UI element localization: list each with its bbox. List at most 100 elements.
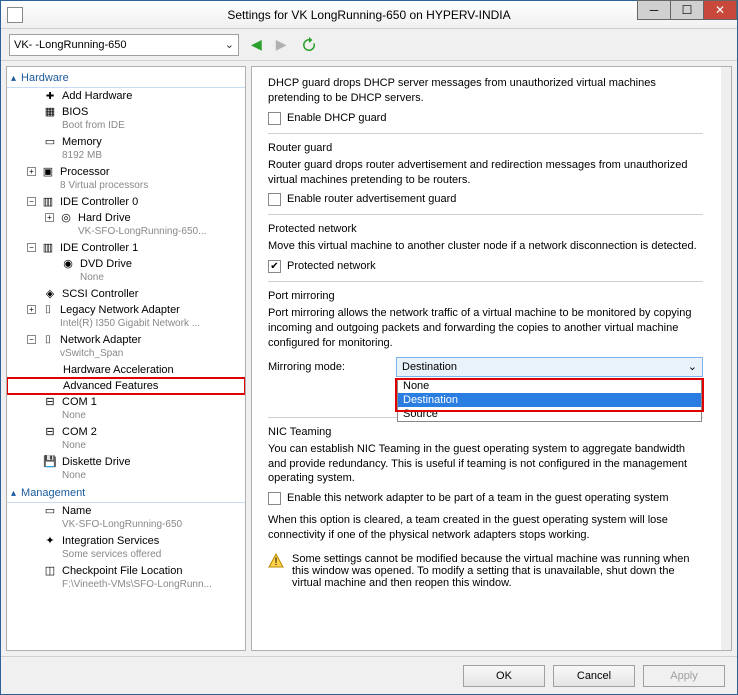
diskette-icon: 💾 <box>43 455 57 469</box>
mirroring-mode-value: Destination <box>402 361 457 373</box>
disk-icon: ◎ <box>59 211 73 225</box>
tree-bios[interactable]: ▦BIOSBoot from IDE <box>7 104 245 134</box>
tree-memory[interactable]: ▭Memory8192 MB <box>7 134 245 164</box>
collapse-icon: ▴ <box>11 73 16 84</box>
tree-ide0[interactable]: −▥IDE Controller 0 <box>7 194 245 210</box>
add-hardware-icon: 🞦 <box>43 89 57 103</box>
collapse-icon[interactable]: − <box>27 243 36 252</box>
collapse-icon[interactable]: − <box>27 335 36 344</box>
checkbox-icon[interactable] <box>268 193 281 206</box>
apply-button: Apply <box>643 665 725 687</box>
divider <box>268 133 703 134</box>
settings-window: Settings for VK LongRunning-650 on HYPER… <box>0 0 738 695</box>
dropdown-option-source[interactable]: Source <box>398 407 701 421</box>
back-button[interactable]: ◀ <box>249 36 264 53</box>
tree-network-adapter[interactable]: −⌷Network AdaptervSwitch_Span <box>7 332 245 362</box>
tree-legacy-network[interactable]: +⌷Legacy Network AdapterIntel(R) I350 Gi… <box>7 302 245 332</box>
tree-hardware-acceleration[interactable]: Hardware Acceleration <box>7 362 245 378</box>
integration-icon: ✦ <box>43 534 57 548</box>
tree-name[interactable]: ▭NameVK-SFO-LongRunning-650 <box>7 503 245 533</box>
tree-checkpoint[interactable]: ◫Checkpoint File LocationF:\Vineeth-VMs\… <box>7 563 245 593</box>
cancel-button[interactable]: Cancel <box>553 665 635 687</box>
mirror-description: Port mirroring allows the network traffi… <box>268 306 703 351</box>
port-mirroring-title: Port mirroring <box>268 290 703 302</box>
name-icon: ▭ <box>43 504 57 518</box>
tree-integration[interactable]: ✦Integration ServicesSome services offer… <box>7 533 245 563</box>
checkbox-icon[interactable] <box>268 492 281 505</box>
protected-network-title: Protected network <box>268 223 703 235</box>
maximize-button[interactable]: ☐ <box>670 0 704 20</box>
tree-scroll[interactable]: ▴ Hardware 🞦Add Hardware ▦BIOSBoot from … <box>7 67 245 650</box>
checkbox-icon[interactable]: ✔ <box>268 260 281 273</box>
tree-dvd-drive[interactable]: ◉DVD DriveNone <box>7 256 245 286</box>
tree-scsi[interactable]: ◈SCSI Controller <box>7 286 245 302</box>
nic-note: When this option is cleared, a team crea… <box>268 513 703 543</box>
dhcp-description: DHCP guard drops DHCP server messages fr… <box>268 76 703 106</box>
nic-checkbox-row[interactable]: Enable this network adapter to be part o… <box>268 492 703 505</box>
tree-com2[interactable]: ⊟COM 2None <box>7 424 245 454</box>
dhcp-checkbox-row[interactable]: Enable DHCP guard <box>268 112 703 125</box>
memory-icon: ▭ <box>43 135 57 149</box>
warning-row: ! Some settings cannot be modified becau… <box>268 553 703 589</box>
scrollbar[interactable] <box>721 67 731 650</box>
tree-processor[interactable]: +▣Processor8 Virtual processors <box>7 164 245 194</box>
management-section[interactable]: ▴ Management <box>7 484 245 503</box>
navigation-tree: ▴ Hardware 🞦Add Hardware ▦BIOSBoot from … <box>6 66 246 651</box>
divider <box>268 214 703 215</box>
tree-ide1[interactable]: −▥IDE Controller 1 <box>7 240 245 256</box>
collapse-icon[interactable]: − <box>27 197 36 206</box>
mirroring-mode-label: Mirroring mode: <box>268 361 388 373</box>
refresh-button[interactable] <box>299 37 319 53</box>
com-port-icon: ⊟ <box>43 395 57 409</box>
tree-add-hardware[interactable]: 🞦Add Hardware <box>7 88 245 104</box>
protected-description: Move this virtual machine to another clu… <box>268 239 703 254</box>
warning-text: Some settings cannot be modified because… <box>292 553 703 589</box>
titlebar: Settings for VK LongRunning-650 on HYPER… <box>1 1 737 29</box>
refresh-icon <box>301 37 317 53</box>
mirroring-mode-dropdown: None Destination Source <box>397 378 702 422</box>
dhcp-checkbox-label: Enable DHCP guard <box>287 112 386 124</box>
nic-checkbox-label: Enable this network adapter to be part o… <box>287 492 669 504</box>
button-bar: OK Cancel Apply <box>1 656 737 694</box>
dropdown-option-none[interactable]: None <box>398 379 701 393</box>
collapse-icon: ▴ <box>11 488 16 499</box>
processor-icon: ▣ <box>41 165 55 179</box>
ok-button[interactable]: OK <box>463 665 545 687</box>
expand-icon[interactable]: + <box>45 213 54 222</box>
expand-icon[interactable]: + <box>27 167 36 176</box>
tree-diskette[interactable]: 💾Diskette DriveNone <box>7 454 245 484</box>
expand-icon[interactable]: + <box>27 305 36 314</box>
dropdown-option-destination[interactable]: Destination <box>398 393 701 407</box>
tree-advanced-features[interactable]: Advanced Features <box>7 378 245 394</box>
chip-icon: ▦ <box>43 105 57 119</box>
mirroring-mode-row: Mirroring mode: Destination ⌄ None Desti… <box>268 357 703 377</box>
dropdown-arrow-icon: ⌄ <box>225 38 234 51</box>
checkpoint-icon: ◫ <box>43 564 57 578</box>
minimize-button[interactable]: ─ <box>637 0 671 20</box>
vm-selected-label: VK- -LongRunning-650 <box>14 39 127 51</box>
network-icon: ⌷ <box>41 303 55 317</box>
forward-button: ▶ <box>274 36 289 53</box>
vm-selector[interactable]: VK- -LongRunning-650 ⌄ <box>9 34 239 56</box>
protected-checkbox-row[interactable]: ✔ Protected network <box>268 260 703 273</box>
dvd-icon: ◉ <box>61 257 75 271</box>
checkbox-icon[interactable] <box>268 112 281 125</box>
protected-checkbox-label: Protected network <box>287 260 376 272</box>
mirroring-mode-select[interactable]: Destination ⌄ None Destination Source <box>396 357 703 377</box>
router-description: Router guard drops router advertisement … <box>268 158 703 188</box>
hardware-section[interactable]: ▴ Hardware <box>7 69 245 88</box>
controller-icon: ▥ <box>41 195 55 209</box>
router-checkbox-label: Enable router advertisement guard <box>287 193 456 205</box>
tree-com1[interactable]: ⊟COM 1None <box>7 394 245 424</box>
scsi-icon: ◈ <box>43 287 57 301</box>
svg-text:!: ! <box>274 556 277 568</box>
settings-panel: DHCP guard drops DHCP server messages fr… <box>251 66 732 651</box>
com-port-icon: ⊟ <box>43 425 57 439</box>
nic-description: You can establish NIC Teaming in the gue… <box>268 442 703 487</box>
close-button[interactable]: ✕ <box>703 0 737 20</box>
tree-hard-drive[interactable]: +◎Hard DriveVK-SFO-LongRunning-650... <box>7 210 245 240</box>
divider <box>268 281 703 282</box>
router-checkbox-row[interactable]: Enable router advertisement guard <box>268 193 703 206</box>
window-icon <box>7 7 23 23</box>
network-icon: ⌷ <box>41 333 55 347</box>
